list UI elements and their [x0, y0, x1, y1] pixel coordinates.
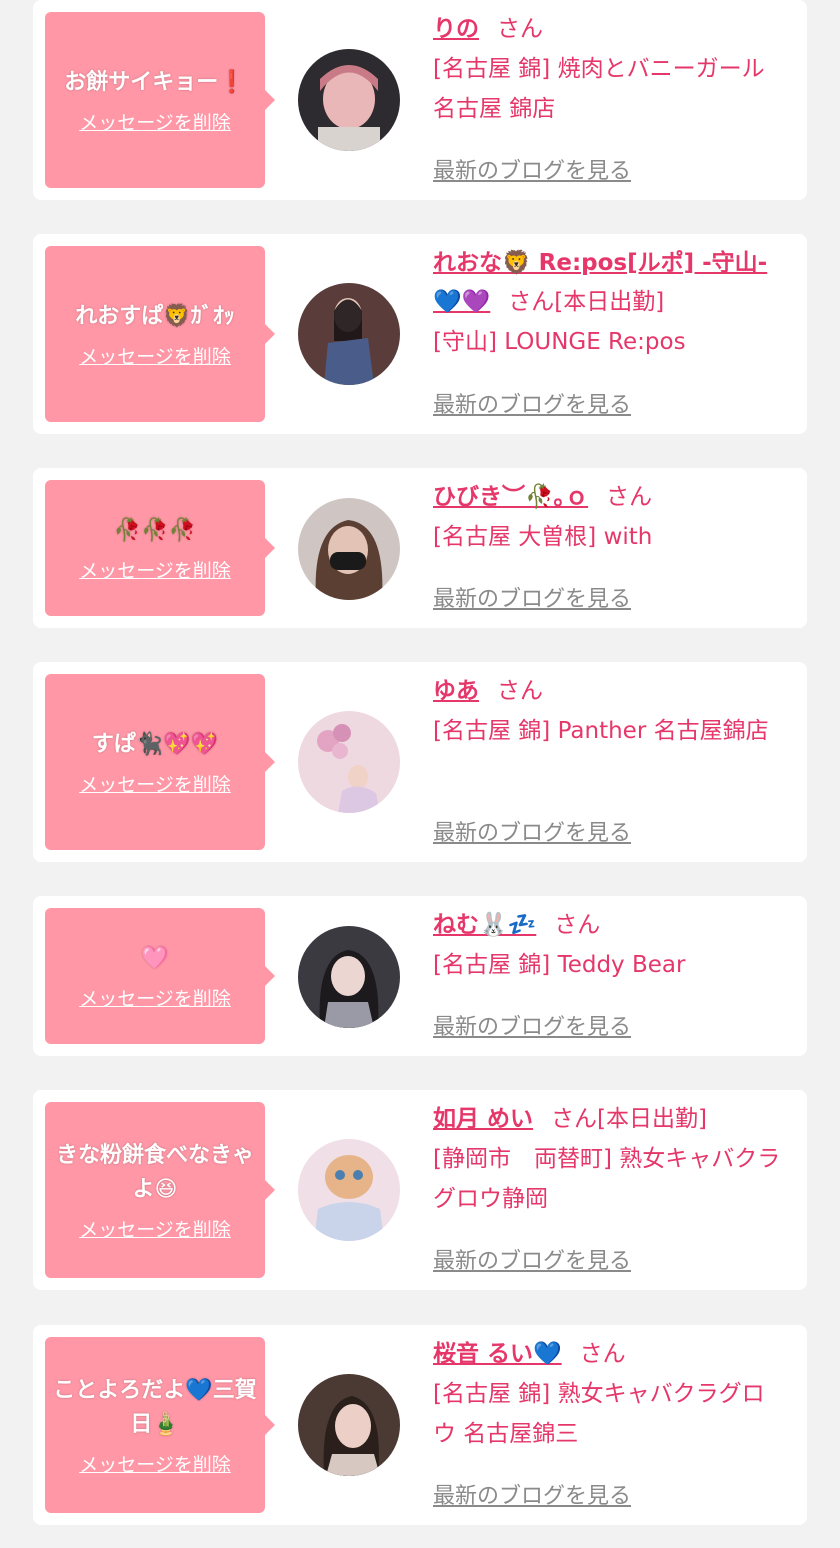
- delete-message-link[interactable]: メッセージを削除: [79, 342, 231, 369]
- cast-info: 如月 めい さん[本日出勤] [静岡市 両替町] 熟女キャバクラ グロウ静岡: [433, 1100, 783, 1219]
- avatar[interactable]: [298, 49, 400, 151]
- shop-name: [守山] LOUNGE Re:pos: [433, 329, 686, 355]
- latest-blog-link[interactable]: 最新のブログを見る: [433, 1478, 631, 1510]
- message-bubble: お餅サイキョー❗️ メッセージを削除: [45, 12, 275, 188]
- honorific: さん: [554, 912, 601, 938]
- delete-message-link[interactable]: メッセージを削除: [79, 1450, 231, 1477]
- cast-name-link[interactable]: りの: [433, 16, 479, 42]
- message-bubble: きな粉餅食べなきゃよ😆 メッセージを削除: [45, 1102, 275, 1278]
- latest-blog-link[interactable]: 最新のブログを見る: [433, 581, 631, 613]
- cast-info: れおな🦁 Re:pos[ルポ] -守山-💙💜 さん[本日出勤] [守山] LOUN…: [433, 244, 783, 362]
- delete-message-link[interactable]: メッセージを削除: [79, 770, 231, 797]
- honorific: さん: [508, 289, 555, 315]
- message-text: お餅サイキョー❗️: [64, 69, 246, 95]
- latest-blog-link[interactable]: 最新のブログを見る: [433, 387, 631, 419]
- shop-name: [名古屋 錦] 熟女キャバクラグロウ 名古屋錦三: [433, 1381, 765, 1447]
- shop-name: [名古屋 錦] Teddy Bear: [433, 952, 686, 978]
- latest-blog-link[interactable]: 最新のブログを見る: [433, 1243, 631, 1275]
- cast-name-link[interactable]: 桜音 るい💙: [433, 1341, 562, 1367]
- latest-blog-link[interactable]: 最新のブログを見る: [433, 815, 631, 847]
- message-card: すぱ🐈‍⬛💖💖 メッセージを削除 ゆあ さん [名古屋 錦] Panther 名古…: [33, 662, 807, 862]
- message-card: 🥀🥀🥀 メッセージを削除 ひびき︶🥀｡ｏ さん [名古屋 大曽根] with 最新…: [33, 468, 807, 628]
- message-bubble: 🥀🥀🥀 メッセージを削除: [45, 480, 275, 616]
- message-bubble: れおすぱ🦁ｶﾞｵｯ メッセージを削除: [45, 246, 275, 422]
- cast-name-link[interactable]: 如月 めい: [433, 1106, 533, 1132]
- message-text: すぱ🐈‍⬛💖💖: [91, 731, 219, 757]
- message-text: 🥀🥀🥀: [113, 517, 197, 543]
- latest-blog-link[interactable]: 最新のブログを見る: [433, 1009, 631, 1041]
- avatar[interactable]: [298, 711, 400, 813]
- honorific: さん: [606, 484, 653, 510]
- cast-name-link[interactable]: ねむ🐰💤: [433, 912, 536, 938]
- avatar[interactable]: [298, 498, 400, 600]
- shop-name: [静岡市 両替町] 熟女キャバクラ グロウ静岡: [433, 1146, 781, 1212]
- message-card: きな粉餅食べなきゃよ😆 メッセージを削除 如月 めい さん[本日出勤] [静岡市 …: [33, 1090, 807, 1290]
- message-bubble: ことよろだよ💙三賀日🎍 メッセージを削除: [45, 1337, 275, 1513]
- message-card: れおすぱ🦁ｶﾞｵｯ メッセージを削除 れおな🦁 Re:pos[ルポ] -守山-💙…: [33, 234, 807, 434]
- message-bubble: 🩷 メッセージを削除: [45, 908, 275, 1044]
- message-bubble: すぱ🐈‍⬛💖💖 メッセージを削除: [45, 674, 275, 850]
- message-card: お餅サイキョー❗️ メッセージを削除 りの さん [名古屋 錦] 焼肉とバニーガー…: [33, 0, 807, 200]
- delete-message-link[interactable]: メッセージを削除: [79, 556, 231, 583]
- delete-message-link[interactable]: メッセージを削除: [79, 108, 231, 135]
- shop-name: [名古屋 錦] 焼肉とバニーガール 名古屋 錦店: [433, 56, 765, 122]
- message-text: れおすぱ🦁ｶﾞｵｯ: [75, 303, 235, 329]
- cast-info: ゆあ さん [名古屋 錦] Panther 名古屋錦店: [433, 672, 783, 751]
- shop-name: [名古屋 錦] Panther 名古屋錦店: [433, 718, 769, 744]
- avatar[interactable]: [298, 1139, 400, 1241]
- avatar[interactable]: [298, 926, 400, 1028]
- cast-info: ねむ🐰💤 さん [名古屋 錦] Teddy Bear: [433, 906, 783, 985]
- message-card: 🩷 メッセージを削除 ねむ🐰💤 さん [名古屋 錦] Teddy Bear 最新の…: [33, 896, 807, 1056]
- honorific: さん: [497, 16, 543, 42]
- avatar[interactable]: [298, 283, 400, 385]
- honorific: さん: [497, 678, 543, 704]
- delete-message-link[interactable]: メッセージを削除: [79, 984, 231, 1011]
- status-badge: [本日出勤]: [554, 289, 665, 315]
- cast-info: 桜音 るい💙 さん [名古屋 錦] 熟女キャバクラグロウ 名古屋錦三: [433, 1335, 783, 1454]
- cast-name-link[interactable]: ひびき︶🥀｡ｏ: [433, 484, 588, 510]
- message-text: ことよろだよ💙三賀日🎍: [53, 1377, 257, 1437]
- status-badge: [本日出勤]: [597, 1106, 707, 1132]
- delete-message-link[interactable]: メッセージを削除: [79, 1215, 231, 1242]
- message-card: ことよろだよ💙三賀日🎍 メッセージを削除 桜音 るい💙 さん [名古屋 錦] 熟女…: [33, 1325, 807, 1525]
- honorific: さん: [551, 1106, 598, 1132]
- cast-info: りの さん [名古屋 錦] 焼肉とバニーガール 名古屋 錦店: [433, 10, 783, 129]
- honorific: さん: [579, 1341, 626, 1367]
- latest-blog-link[interactable]: 最新のブログを見る: [433, 153, 631, 185]
- shop-name: [名古屋 大曽根] with: [433, 524, 653, 550]
- cast-info: ひびき︶🥀｡ｏ さん [名古屋 大曽根] with: [433, 478, 783, 557]
- avatar[interactable]: [298, 1374, 400, 1476]
- message-text: きな粉餅食べなきゃよ😆: [55, 1142, 254, 1202]
- message-text: 🩷: [141, 945, 169, 971]
- cast-name-link[interactable]: ゆあ: [433, 678, 479, 704]
